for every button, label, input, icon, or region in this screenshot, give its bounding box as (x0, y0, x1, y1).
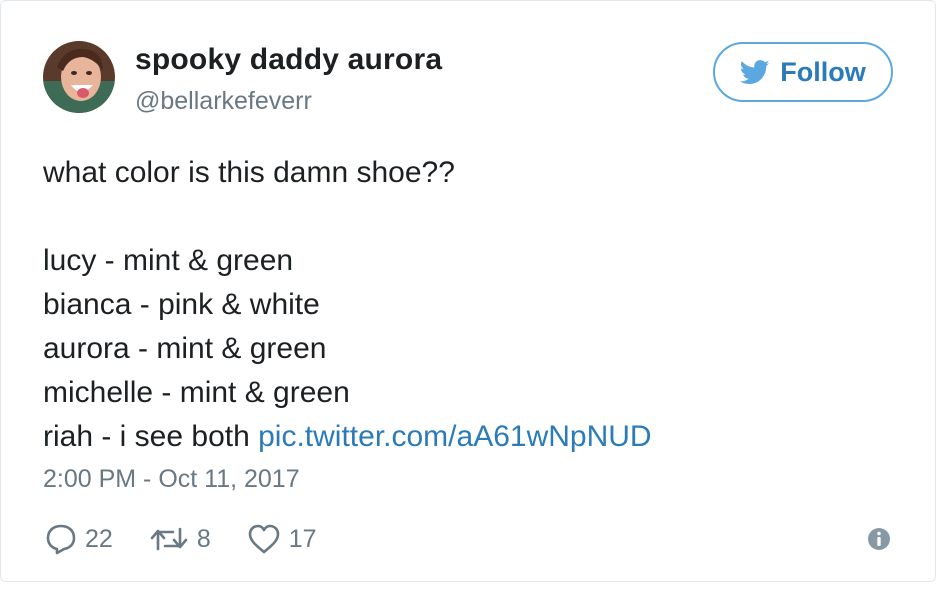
retweet-count: 8 (196, 524, 211, 553)
retweet-button[interactable]: 8 (149, 523, 211, 555)
heart-icon (248, 524, 280, 554)
display-name[interactable]: spooky daddy aurora (135, 43, 442, 77)
avatar[interactable] (43, 41, 115, 113)
tweet-line-text: riah - i see both (43, 420, 259, 453)
tweet-line: michelle - mint & green (43, 376, 350, 409)
retweet-icon (150, 527, 188, 551)
twitter-bird-icon (740, 59, 770, 84)
tweet-card: spooky daddy aurora @bellarkefeverr Foll… (0, 0, 936, 582)
tweet-text: what color is this damn shoe?? lucy - mi… (43, 151, 652, 459)
tweet-line: lucy - mint & green (43, 244, 294, 277)
follow-label: Follow (780, 56, 866, 87)
reply-icon (46, 524, 76, 555)
reply-button[interactable]: 22 (45, 523, 113, 555)
tweet-timestamp[interactable]: 2:00 PM - Oct 11, 2017 (43, 465, 300, 494)
tweet-line: aurora - mint & green (43, 332, 327, 365)
info-icon[interactable] (867, 527, 891, 551)
tweet-actions: 22 8 17 (45, 521, 353, 557)
tweet-line: riah - i see both pic.twitter.com/aA61wN… (43, 415, 652, 459)
follow-button[interactable]: Follow (713, 42, 893, 102)
tweet-line: what color is this damn shoe?? (43, 156, 455, 189)
reply-count: 22 (85, 524, 113, 553)
tweet-media-link[interactable]: pic.twitter.com/aA61wNpNUD (258, 420, 651, 453)
like-button[interactable]: 17 (247, 523, 317, 555)
tweet-line: bianca - pink & white (43, 288, 320, 321)
user-handle[interactable]: @bellarkefeverr (135, 87, 312, 116)
like-count: 17 (288, 524, 317, 553)
